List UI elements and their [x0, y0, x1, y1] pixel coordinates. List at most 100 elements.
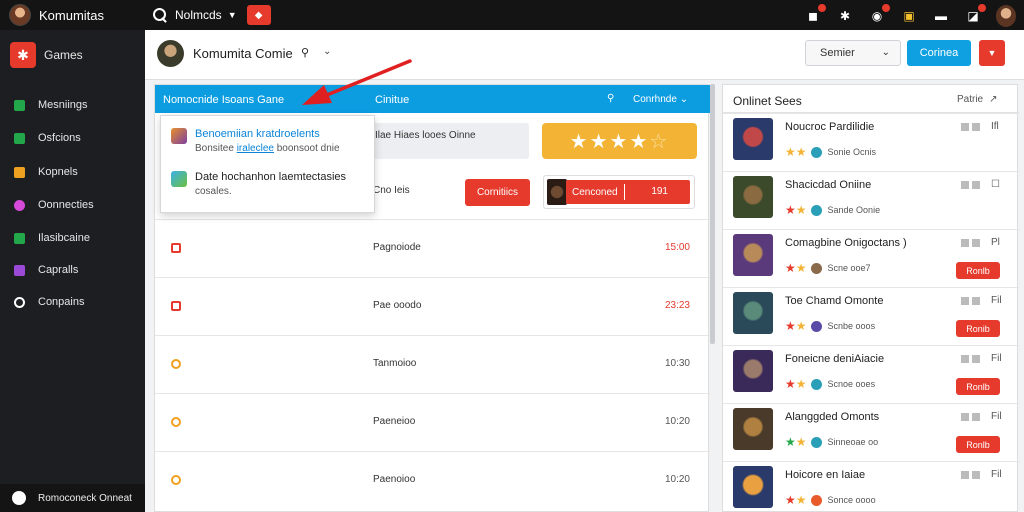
list-item[interactable]: Comagbine Onigoctans ) ★ ★ Scne ooe7 Pl Ro…	[723, 229, 1019, 287]
sidebar-footer[interactable]: Romoconeck Onneat	[0, 484, 145, 512]
search-label[interactable]: Nolmcds	[175, 8, 222, 22]
table-row[interactable]: Paeneioo 10:20	[155, 393, 710, 451]
list-item[interactable]: Foneicne deniAiacie ★ ★ Scnoe ooes Fil Ron…	[723, 345, 1019, 403]
page-header: Komumita Comie ⚲ ⌄ Semier ⌄ Corinea ▼	[145, 30, 1024, 80]
chevron-down-icon[interactable]: ▼	[228, 10, 237, 20]
list-item[interactable]: Shacicdad Oniine ★ ★ Sande Oonie ☐	[723, 171, 1019, 229]
search-icon[interactable]	[153, 8, 167, 22]
info-text: Ilae Hiaes looes Oinne	[375, 130, 476, 141]
sidebar-item-messages[interactable]: Mesniings	[0, 92, 145, 118]
row-label: Tanmoioo	[373, 358, 417, 369]
status-icon	[171, 301, 181, 311]
trophy-icon[interactable]: ▣	[900, 7, 918, 25]
chat-icon[interactable]: ▬	[932, 7, 950, 25]
sidebar-item-options[interactable]: Osfcions	[0, 125, 145, 151]
star-icon[interactable]: ★	[610, 129, 630, 154]
compass-icon	[14, 296, 25, 308]
platform-icon	[810, 378, 822, 390]
play-button[interactable]: Ronlb	[956, 436, 1000, 453]
user-avatar[interactable]	[9, 4, 31, 26]
notification-dot	[978, 4, 986, 12]
status-icon	[171, 243, 181, 253]
square-icon	[972, 413, 980, 421]
rating-stars[interactable]: ★ ★ ★ ★ ☆	[542, 123, 697, 159]
sidebar-item-library[interactable]: Ilasibcaine	[0, 225, 145, 251]
connections-icon	[14, 199, 25, 211]
sort-label: Semier	[820, 47, 855, 59]
game-meta: ★★ Sonie Ocnis	[785, 145, 876, 159]
play-button[interactable]: Ronib	[956, 320, 1000, 337]
scrollbar[interactable]	[710, 84, 715, 344]
dropdown-item-link[interactable]: iraleclee	[237, 143, 274, 154]
platform-icon	[810, 320, 822, 332]
square-icon	[972, 123, 980, 131]
play-button[interactable]: Ronlb	[956, 378, 1000, 395]
mail-icon[interactable]: ◪	[964, 4, 986, 25]
sidebar-item-label: Conpains	[38, 296, 85, 308]
friends-icon[interactable]: ◉	[868, 4, 890, 25]
profile-avatar[interactable]	[996, 5, 1016, 27]
platform-icon	[810, 436, 822, 448]
sidebar-item-games[interactable]: ✱ Games	[0, 42, 145, 68]
shield-icon	[12, 491, 26, 505]
square-icon	[961, 181, 969, 189]
star-icon: ★	[795, 435, 807, 449]
channels-icon	[14, 166, 25, 178]
brand[interactable]: Komumitas	[0, 4, 145, 26]
dropdown-item-sub-text: boonsoot dnie	[273, 143, 340, 154]
search-menu[interactable]: Nolmcds ▼ ◆	[153, 5, 271, 25]
notifications-icon[interactable]: ◼	[804, 4, 826, 25]
status-icon	[171, 417, 181, 427]
online-games-header: Onlinet Sees Patrie ↗	[723, 85, 1019, 113]
list-item[interactable]: Noucroc Pardilidie ★★ Sonie Ocnis Ifl	[723, 113, 1019, 171]
panel-header-action[interactable]: Patrie ↗	[957, 94, 998, 105]
list-item[interactable]: Alanggded Omonts ★ ★ Sinneoae oo Fil Ronlb	[723, 403, 1019, 461]
events-header-title[interactable]: Nomocnide Isoans Gane	[163, 94, 284, 106]
table-row[interactable]: Pae ooodo 23:23	[155, 277, 710, 335]
table-row[interactable]: Paenoioo 10:20	[155, 451, 710, 509]
status-icon	[171, 475, 181, 485]
list-item[interactable]: Toe Chamd Omonte ★ ★ Scnbe ooos Fil Ronib	[723, 287, 1019, 345]
status-icon	[171, 359, 181, 369]
game-meta-text: Scnoe ooes	[827, 379, 876, 389]
sort-dropdown[interactable]: Semier ⌄	[805, 40, 901, 66]
game-meta-text: Scnbe ooos	[827, 321, 876, 331]
row-label: Pagnoiode	[373, 242, 421, 253]
continue-button[interactable]: Cornitiics	[465, 179, 530, 206]
primary-button[interactable]: Corinea	[907, 40, 971, 66]
chevron-down-icon: ⌄	[881, 47, 890, 58]
sidebar-item-connections[interactable]: Oonnecties	[0, 192, 145, 218]
star-icon: ★	[795, 261, 807, 275]
flag-button[interactable]: ◆	[246, 5, 271, 25]
row-time: 23:23	[664, 300, 690, 311]
sidebar-item-capitals[interactable]: Capralls	[0, 257, 145, 283]
game-thumbnail	[733, 408, 773, 450]
play-button[interactable]: Ronlb	[956, 262, 1000, 279]
events-header-action[interactable]: Conrhnde ⌄	[633, 94, 688, 105]
list-item[interactable]: Hoicore en Iaiae ★ ★ Sonce oooo Fil	[723, 461, 1019, 512]
star-icon: ★★	[785, 145, 807, 159]
star-icon[interactable]: ★	[570, 129, 590, 154]
more-button[interactable]: ▼	[979, 40, 1005, 66]
platform-icon	[810, 204, 822, 216]
sidebar-item-channels[interactable]: Kopnels	[0, 159, 145, 185]
sidebar-item-compass[interactable]: Conpains	[0, 289, 145, 315]
search-icon[interactable]: ✱	[836, 7, 854, 25]
banner-count: 191	[651, 186, 668, 197]
online-games-panel: Onlinet Sees Patrie ↗ Noucroc Pardilidie …	[722, 84, 1019, 512]
star-icon: ★	[785, 377, 796, 391]
game-meta: ★ ★ Scnbe ooos	[785, 319, 875, 333]
table-row[interactable]: Pagnoiode 15:00	[155, 219, 710, 277]
star-icon[interactable]: ★	[629, 129, 649, 154]
table-row[interactable]: Tanmoioo 10:30	[155, 335, 710, 393]
game-thumbnail	[733, 234, 773, 276]
star-icon: ★	[785, 435, 796, 449]
row-time: 15:00	[664, 242, 690, 253]
sidebar-item-label: Mesniings	[38, 99, 88, 111]
star-icon[interactable]: ★	[590, 129, 610, 154]
star-empty-icon[interactable]: ☆	[649, 129, 669, 154]
game-name: Shacicdad Oniine	[785, 179, 872, 191]
promo-banner[interactable]: Cenconed 191	[543, 175, 695, 209]
pin-icon[interactable]: ⚲	[607, 93, 614, 104]
top-icons: ◼ ✱ ◉ ▣ ▬ ◪	[790, 4, 1016, 27]
